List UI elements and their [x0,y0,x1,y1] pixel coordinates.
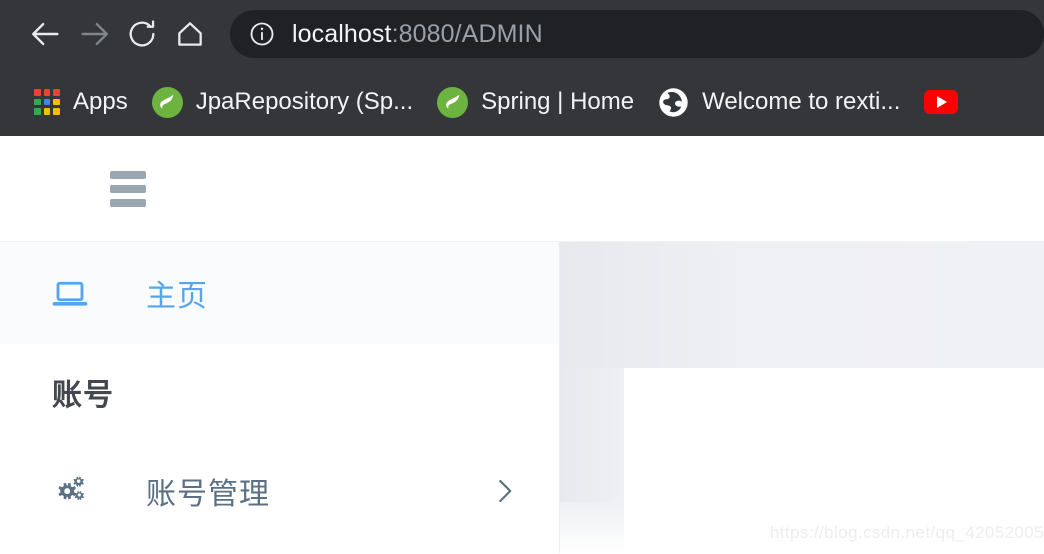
sidebar-item-label: 账号管理 [146,478,270,511]
bookmark-label: Apps [73,88,128,115]
home-icon [174,18,206,50]
sidebar-item-home[interactable]: 主页 [0,242,559,344]
reload-icon [126,18,158,50]
hamburger-menu-icon[interactable] [110,170,146,207]
app-body: 主页 账号 账号管理 https://blog.csdn.net/qq_4205… [0,242,1044,553]
app-header [0,136,1044,242]
web-page: 主页 账号 账号管理 https://blog.csdn.net/qq_4205… [0,136,1044,554]
forward-arrow-icon [77,17,111,51]
youtube-icon [924,90,959,114]
sidebar-section-account: 账号 [0,344,559,440]
bookmark-label: Spring | Home [481,88,635,115]
bookmarks-bar: Apps JpaRepository (Sp... Spring | Home … [0,68,1044,136]
apps-grid-icon [34,89,60,115]
url-host: localhost [292,19,392,48]
home-button[interactable] [166,10,214,58]
sidebar-section-label: 账号 [52,379,114,412]
url-text: localhost:8080/ADMIN [292,20,543,49]
content-background-left [560,368,624,502]
content-background-top [560,242,1044,368]
content-area: https://blog.csdn.net/qq_42052005 [560,242,1044,553]
bookmark-spring-home[interactable]: Spring | Home [425,79,646,125]
url-path: :8080/ADMIN [391,19,543,48]
bookmark-youtube[interactable] [912,79,970,125]
forward-button[interactable] [70,10,118,58]
back-arrow-icon [29,17,63,51]
bookmark-label: Welcome to rexti... [702,88,901,115]
globe-icon [658,87,689,118]
bookmark-jparepository[interactable]: JpaRepository (Sp... [140,79,425,125]
sidebar-item-account-management[interactable]: 账号管理 [0,440,559,542]
bookmark-apps[interactable]: Apps [22,79,140,125]
spring-leaf-icon [151,86,183,118]
sidebar-item-label: 主页 [146,280,208,313]
bookmark-label: JpaRepository (Sp... [195,88,414,115]
sidebar: 主页 账号 账号管理 [0,242,560,553]
spring-leaf-icon [437,86,469,118]
laptop-icon [52,275,94,311]
back-button[interactable] [22,10,70,58]
info-circle-icon[interactable] [248,20,276,48]
address-bar[interactable]: localhost:8080/ADMIN [230,10,1044,58]
cogs-icon [52,474,94,508]
browser-chrome: localhost:8080/ADMIN Apps JpaRepository … [0,0,1044,136]
content-background-fade [560,502,624,553]
browser-toolbar: localhost:8080/ADMIN [0,0,1044,68]
watermark: https://blog.csdn.net/qq_42052005 [769,523,1044,542]
reload-button[interactable] [118,10,166,58]
bookmark-welcome-rexti[interactable]: Welcome to rexti... [646,79,912,125]
chevron-right-icon [489,476,519,506]
